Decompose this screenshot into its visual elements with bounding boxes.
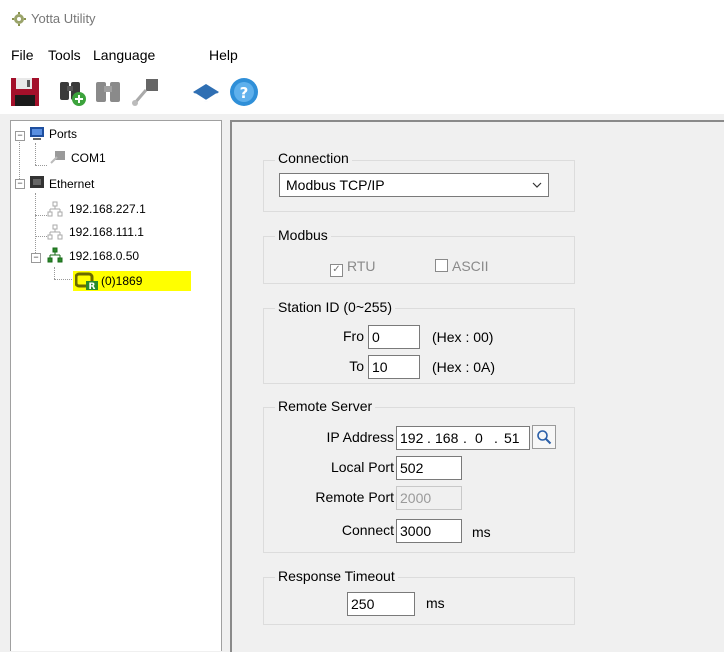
title-bar: Yotta Utility <box>0 0 724 40</box>
binoculars-icon[interactable] <box>92 76 124 108</box>
connect-label: Connect <box>341 522 394 538</box>
menu-file[interactable]: File <box>11 47 34 63</box>
unchecked-box <box>435 259 448 272</box>
ip-octet-4: 51 <box>504 430 520 446</box>
ip-address-label: IP Address <box>326 429 394 445</box>
response-timeout-group-title: Response Timeout <box>275 568 398 584</box>
connection-group-title: Connection <box>275 150 352 166</box>
connect-unit: ms <box>472 524 491 540</box>
station-to-label: To <box>349 358 364 374</box>
svg-text:R: R <box>89 282 96 290</box>
ip-address-input[interactable]: 192 . 168 . 0 . 51 <box>396 426 530 450</box>
ip-search-button[interactable] <box>532 425 556 449</box>
chevron-down-icon <box>532 182 542 188</box>
toolbar: ? <box>0 70 724 114</box>
collapse-ethernet-toggle[interactable]: − <box>15 179 25 189</box>
save-icon[interactable] <box>9 76 41 108</box>
remote-server-group-title: Remote Server <box>275 398 376 414</box>
network-icon <box>47 201 63 217</box>
search-icon <box>537 430 552 445</box>
local-port-label: Local Port <box>330 459 394 475</box>
station-from-label: Fro <box>343 328 364 344</box>
collapse-network-toggle[interactable]: − <box>31 253 41 263</box>
settings-pane: Connection Modbus TCP/IP Modbus ✓ RTU ASC… <box>230 120 724 652</box>
serial-port-icon <box>50 151 65 164</box>
response-timeout-unit: ms <box>426 595 445 611</box>
tree-item-com1[interactable]: COM1 <box>71 151 106 165</box>
remote-port-label: Remote Port <box>315 489 394 505</box>
tree-item-ports[interactable]: Ports <box>49 127 77 141</box>
tree-item-network[interactable]: 192.168.111.1 <box>69 225 144 239</box>
tree-item-ethernet[interactable]: Ethernet <box>49 177 94 191</box>
network-active-icon <box>47 247 63 263</box>
rtu-label: RTU <box>347 258 376 274</box>
modbus-group-title: Modbus <box>275 227 331 243</box>
local-port-input[interactable]: 502 <box>396 456 462 480</box>
connection-selected-value: Modbus TCP/IP <box>286 177 385 193</box>
response-timeout-group <box>263 577 575 625</box>
selected-device-highlight[interactable]: R (0)1869 <box>73 271 191 291</box>
ip-octet-1: 192 <box>400 430 424 446</box>
ip-octet-2: 168 <box>435 430 459 446</box>
collapse-ports-toggle[interactable]: − <box>15 131 25 141</box>
tree-item-network[interactable]: 192.168.227.1 <box>69 202 146 216</box>
station-from-hex: (Hex : 00) <box>432 329 494 345</box>
connect-timeout-input[interactable]: 3000 <box>396 519 462 543</box>
menu-help[interactable]: Help <box>209 47 238 63</box>
device-icon: R <box>75 272 98 290</box>
ports-computer-icon <box>30 127 44 140</box>
ascii-label: ASCII <box>452 258 489 274</box>
ip-octet-3: 0 <box>475 430 483 446</box>
check-icon: ✓ <box>330 264 343 277</box>
tree-item-device: (0)1869 <box>101 274 143 288</box>
help-icon[interactable]: ? <box>228 76 260 108</box>
network-icon <box>47 224 63 240</box>
modbus-group <box>263 236 575 284</box>
ethernet-icon <box>30 176 44 188</box>
response-timeout-input[interactable]: 250 <box>347 592 415 616</box>
app-gear-icon <box>12 12 26 26</box>
remote-port-input: 2000 <box>396 486 462 510</box>
ascii-checkbox[interactable]: ASCII <box>435 258 489 274</box>
binoculars-add-icon[interactable] <box>56 76 88 108</box>
book-icon[interactable] <box>190 76 222 108</box>
station-to-input[interactable]: 10 <box>368 355 420 379</box>
rtu-checkbox[interactable]: ✓ RTU <box>330 258 376 277</box>
station-from-input[interactable]: 0 <box>368 325 420 349</box>
menu-tools[interactable]: Tools <box>48 47 81 63</box>
connection-select[interactable]: Modbus TCP/IP <box>279 173 549 197</box>
station-to-hex: (Hex : 0A) <box>432 359 496 375</box>
svg-text:?: ? <box>240 84 249 102</box>
device-tree: − Ports COM1 − Ethernet 192.168.227.1 19… <box>10 120 222 651</box>
menu-language[interactable]: Language <box>93 47 155 63</box>
tree-item-network-active[interactable]: 192.168.0.50 <box>69 249 139 263</box>
station-id-group-title: Station ID (0~255) <box>275 299 396 315</box>
menu-bar: File Tools Language Help <box>0 40 724 70</box>
window-title: Yotta Utility <box>31 11 96 26</box>
connect-plug-icon[interactable] <box>128 76 160 108</box>
